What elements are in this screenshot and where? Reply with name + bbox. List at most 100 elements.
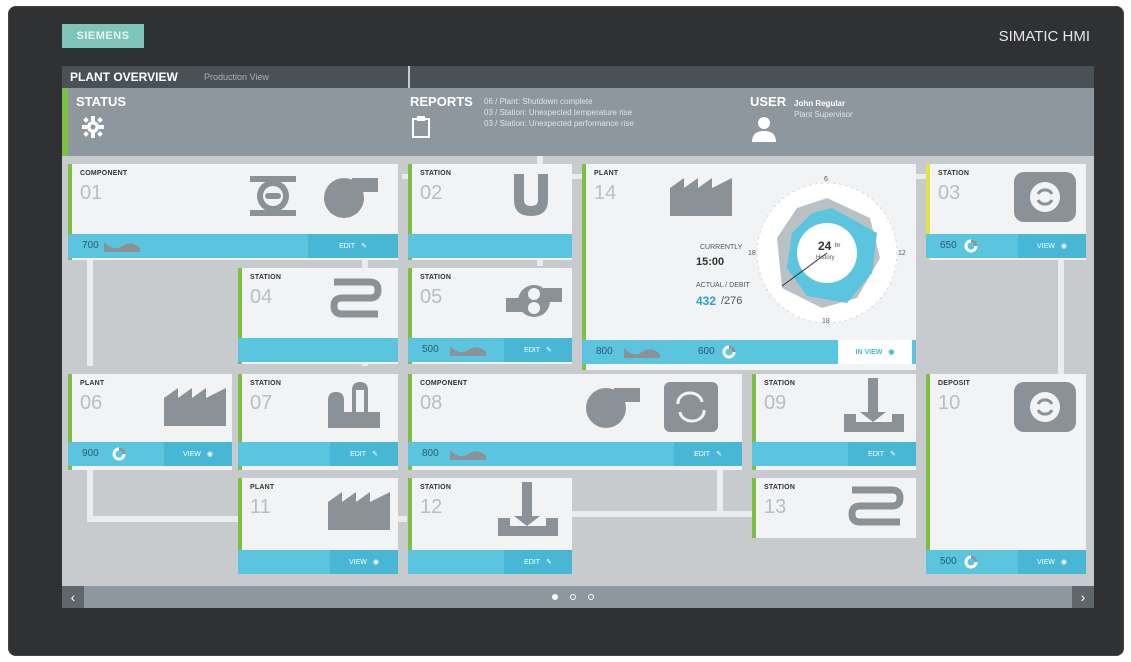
ring-gauge-icon (722, 345, 736, 359)
connector-pipe (1058, 256, 1064, 376)
tile-type: STATION (764, 380, 796, 387)
sync-icon (664, 382, 718, 432)
pencil-icon: ✎ (546, 559, 552, 566)
edit-button[interactable]: EDIT ✎ (504, 550, 572, 574)
tile-type: COMPONENT (420, 380, 468, 387)
valve-icon (506, 285, 562, 317)
siemens-logo: SIEMENS (62, 24, 144, 48)
edit-button[interactable]: EDIT ✎ (308, 234, 398, 258)
tile-number: 02 (420, 182, 443, 204)
tile-deposit-10[interactable]: DEPOSIT 10 (926, 374, 1086, 574)
trend-wave-icon (624, 348, 660, 358)
mixer-icon (498, 482, 558, 536)
page-indicator-1[interactable] (552, 594, 558, 600)
actual-label: ACTUAL / DEBIT (696, 282, 750, 289)
eye-icon: ◉ (888, 349, 895, 356)
view-button-label: VIEW (183, 450, 201, 458)
gear-icon[interactable] (82, 116, 104, 138)
user-name: John Regular (794, 99, 846, 108)
in-view-button-label: IN VIEW (855, 348, 883, 356)
tile-type: STATION (420, 170, 452, 177)
title-bar: PLANT OVERVIEW Production View (62, 66, 1094, 88)
tile-number: 12 (420, 496, 443, 518)
view-button-label: VIEW (1037, 558, 1055, 566)
title-divider (408, 66, 410, 88)
tile-station-13[interactable]: STATION 13 (752, 478, 916, 538)
tile-03-bar: 650 VIEW ◉ (926, 234, 1086, 258)
report-line-2[interactable]: 03 / Station: Unexpected temperature ris… (484, 107, 632, 118)
tile-06-value: 900 (82, 448, 99, 459)
info-bar: STATUS REPORTS 06 / Plant: Shutdown comp… (62, 88, 1094, 156)
view-button[interactable]: VIEW ◉ (1018, 550, 1086, 574)
tile-number: 10 (938, 392, 961, 414)
tile-01-bar: 700 EDIT ✎ (68, 234, 398, 258)
prev-page-button[interactable]: ‹ (62, 586, 84, 608)
user-icon[interactable] (750, 116, 778, 142)
u-pipe-icon (514, 174, 548, 216)
report-line-3[interactable]: 03 / Station: Unexpected performance ris… (484, 118, 634, 129)
tile-type: STATION (420, 274, 452, 281)
clipboard-icon[interactable] (412, 116, 430, 138)
pump-icon (250, 176, 296, 216)
page-subtitle: Production View (204, 72, 269, 82)
factory-icon (328, 492, 390, 530)
tile-11-bar: VIEW ◉ (238, 550, 398, 574)
in-view-button[interactable]: IN VIEW ◉ (838, 340, 912, 364)
gauge-unit: hr (835, 243, 841, 249)
compressor-icon (324, 178, 378, 218)
user-label[interactable]: USER (750, 94, 786, 109)
status-label[interactable]: STATUS (76, 94, 126, 109)
tile-06-bar: 900 VIEW ◉ (68, 442, 232, 466)
edit-button[interactable]: EDIT ✎ (848, 442, 916, 466)
tile-number: 04 (250, 286, 273, 308)
tile-number: 05 (420, 286, 443, 308)
tile-type: STATION (250, 380, 282, 387)
history-gauge[interactable] (752, 178, 902, 328)
tile-14-bar: 800 600 IN VIEW ◉ (582, 340, 916, 364)
tile-number: 09 (764, 392, 787, 414)
page-indicator-3[interactable] (588, 594, 594, 600)
tile-number: 11 (250, 496, 271, 518)
factory-icon (670, 178, 732, 216)
gauge-tick-top: 6 (824, 176, 828, 183)
tile-12-bar: EDIT ✎ (408, 550, 572, 574)
tile-type: PLANT (594, 170, 619, 177)
currently-value: 15:00 (696, 256, 725, 268)
tile-type: PLANT (80, 380, 105, 387)
pencil-icon: ✎ (890, 451, 896, 458)
tile-10-bar: 500 VIEW ◉ (926, 550, 1086, 574)
trend-wave-icon (450, 346, 486, 356)
reports-label[interactable]: REPORTS (410, 94, 473, 109)
page-indicator-2[interactable] (570, 594, 576, 600)
tile-03-value: 650 (940, 240, 957, 251)
report-line-1[interactable]: 06 / Plant: Shutdown complete (484, 96, 593, 107)
mixer-icon (844, 378, 904, 432)
gauge-tick-right: 12 (898, 250, 906, 257)
pencil-icon: ✎ (372, 451, 378, 458)
edit-button-label: EDIT (694, 450, 711, 458)
tile-14-value: 800 (596, 346, 613, 357)
view-button[interactable]: VIEW ◉ (330, 550, 398, 574)
next-page-button[interactable]: › (1072, 586, 1094, 608)
edit-button-label: EDIT (868, 450, 885, 458)
edit-button[interactable]: EDIT ✎ (504, 338, 572, 362)
view-button[interactable]: VIEW ◉ (1018, 234, 1086, 258)
chevron-left-icon: ‹ (70, 589, 76, 605)
tile-04-bar (238, 338, 398, 362)
trend-wave-icon (104, 242, 140, 252)
edit-button[interactable]: EDIT ✎ (330, 442, 398, 466)
ring-gauge-icon (964, 555, 978, 569)
tile-08-bar: 800 EDIT ✎ (408, 442, 742, 466)
view-button[interactable]: VIEW ◉ (164, 442, 232, 466)
tile-type: PLANT (250, 484, 275, 491)
edit-button[interactable]: EDIT ✎ (674, 442, 742, 466)
eye-icon: ◉ (372, 559, 379, 566)
tile-type: STATION (420, 484, 452, 491)
gauge-center-value: 24 (818, 239, 832, 253)
tile-type: STATION (764, 484, 796, 491)
tile-number: 13 (764, 496, 787, 518)
page-navigation-bar: ‹ › (62, 586, 1094, 608)
compressor-icon (586, 388, 640, 428)
tile-number: 08 (420, 392, 443, 414)
pencil-icon: ✎ (361, 243, 367, 250)
